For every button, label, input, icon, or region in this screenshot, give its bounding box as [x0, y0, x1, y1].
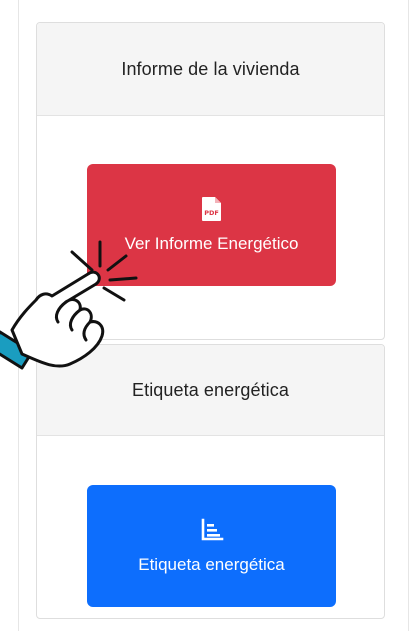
page: Informe de la vivienda PDF Ver Informe E…	[0, 0, 417, 631]
energy-label-button-label: Etiqueta energética	[138, 554, 285, 574]
housing-report-card: Informe de la vivienda PDF Ver Informe E…	[36, 22, 385, 340]
pdf-file-icon: PDF	[201, 196, 221, 221]
energy-label-button[interactable]: Etiqueta energética	[87, 485, 336, 607]
housing-report-header: Informe de la vivienda	[37, 23, 384, 116]
energy-label-card: Etiqueta energética Etiqueta energética	[36, 344, 385, 619]
energy-label-header: Etiqueta energética	[37, 345, 384, 436]
svg-text:PDF: PDF	[204, 209, 219, 217]
view-energy-report-button[interactable]: PDF Ver Informe Energético	[87, 164, 336, 286]
bar-chart-icon	[201, 518, 223, 541]
frame-edge-right	[408, 0, 409, 631]
view-energy-report-label: Ver Informe Energético	[124, 233, 299, 253]
frame-edge-left	[18, 0, 19, 631]
